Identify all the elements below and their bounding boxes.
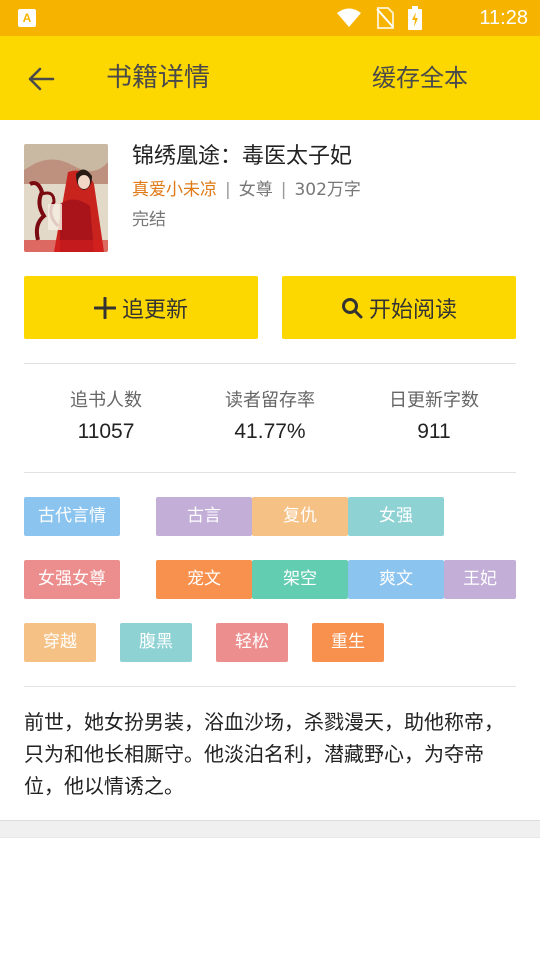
- stat-value: 911: [417, 420, 451, 443]
- follow-updates-label: 追更新: [121, 297, 188, 323]
- search-icon: [341, 297, 363, 318]
- divider: [24, 686, 516, 687]
- tag[interactable]: 古言: [156, 497, 252, 536]
- tag[interactable]: 重生: [312, 623, 384, 662]
- status-bar: A 11:28: [0, 0, 540, 36]
- tag[interactable]: 古代言情: [24, 497, 120, 536]
- book-author-link[interactable]: 真爱小未凉: [132, 178, 217, 202]
- book-meta: 真爱小未凉 | 女尊 | 302万字: [132, 178, 361, 202]
- wifi-icon: [337, 8, 361, 27]
- plus-icon: [93, 296, 116, 319]
- book-intro: 前世，她女扮男装，浴血沙场，杀戮漫天，助他称帝，只为和他长相厮守。他淡泊名利，潜…: [24, 710, 504, 798]
- section-gap: [0, 820, 540, 838]
- status-time: 11:28: [479, 7, 528, 29]
- divider: [24, 363, 516, 364]
- stat-label: 追书人数: [70, 390, 142, 411]
- tag[interactable]: 轻松: [216, 623, 288, 662]
- book-status: 完结: [132, 210, 166, 230]
- stat-daily-words: 日更新字数 911: [349, 388, 519, 448]
- tag[interactable]: 王妃: [444, 560, 516, 599]
- tag[interactable]: 穿越: [24, 623, 96, 662]
- status-icons: [336, 6, 422, 30]
- stat-label: 读者留存率: [225, 390, 315, 411]
- tag[interactable]: 宠文: [156, 560, 252, 599]
- divider: [24, 472, 516, 473]
- no-sim-icon: [376, 7, 394, 29]
- follow-updates-button[interactable]: 追更新: [24, 276, 258, 339]
- tag[interactable]: 腹黑: [120, 623, 192, 662]
- start-reading-label: 开始阅读: [368, 297, 457, 323]
- book-word-count: 302万字: [294, 180, 361, 200]
- tag[interactable]: 爽文: [348, 560, 444, 599]
- back-button[interactable]: [22, 60, 60, 98]
- stat-value: 11057: [77, 420, 135, 443]
- meta-separator: |: [225, 180, 231, 200]
- tag[interactable]: 女强女尊: [24, 560, 120, 599]
- stat-followers: 追书人数 11057: [21, 388, 191, 448]
- stat-label: 日更新字数: [389, 390, 479, 411]
- tag[interactable]: 复仇: [252, 497, 348, 536]
- book-cover-image[interactable]: [24, 144, 108, 252]
- start-reading-button[interactable]: 开始阅读: [282, 276, 516, 339]
- back-arrow-icon: [28, 67, 55, 91]
- battery-charging-icon: [408, 6, 422, 30]
- tag[interactable]: 女强: [348, 497, 444, 536]
- book-title: 锦绣凰途：毒医太子妃: [132, 144, 353, 169]
- stat-value: 41.77%: [234, 420, 306, 443]
- page-title: 书籍详情: [106, 63, 211, 93]
- tag[interactable]: 架空: [252, 560, 348, 599]
- book-category: 女尊: [238, 180, 273, 200]
- app-bar: 书籍详情 缓存全本: [0, 36, 540, 120]
- meta-separator: |: [280, 180, 287, 200]
- cache-all-button[interactable]: 缓存全本: [372, 58, 468, 98]
- stat-retention: 读者留存率 41.77%: [185, 388, 355, 448]
- app-notification-icon: A: [18, 9, 36, 27]
